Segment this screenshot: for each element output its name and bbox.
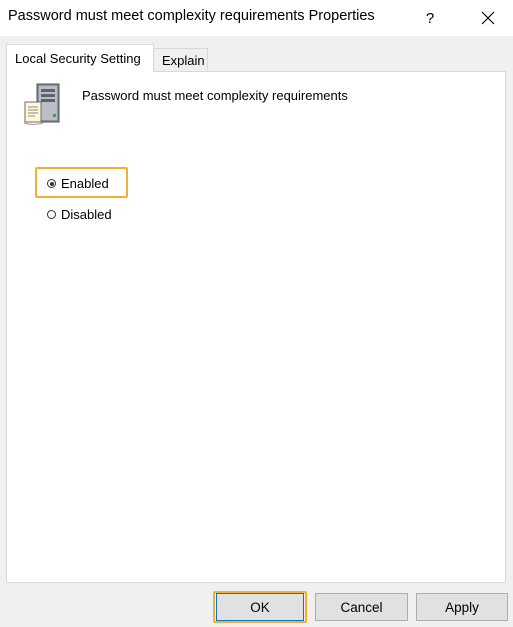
disabled-radio[interactable]: Disabled <box>47 207 112 222</box>
cancel-button[interactable]: Cancel <box>315 593 408 621</box>
window-title: Password must meet complexity requiremen… <box>8 8 375 24</box>
tab-panel: Password must meet complexity requiremen… <box>6 71 506 583</box>
tab-local-security-setting[interactable]: Local Security Setting <box>6 44 154 72</box>
enabled-radio[interactable]: Enabled <box>47 176 109 191</box>
apply-button[interactable]: Apply <box>416 593 508 621</box>
properties-dialog: Password must meet complexity requiremen… <box>0 0 513 627</box>
close-icon <box>481 11 495 25</box>
radio-checked-icon <box>47 179 56 188</box>
title-bar: Password must meet complexity requiremen… <box>0 0 513 36</box>
help-button[interactable]: ? <box>413 0 447 36</box>
close-button[interactable] <box>466 0 510 36</box>
tab-strip: Local Security Setting Explain <box>0 36 513 72</box>
radio-unchecked-icon <box>47 210 56 219</box>
server-policy-icon <box>23 83 60 125</box>
tab-explain[interactable]: Explain <box>153 48 208 72</box>
policy-name: Password must meet complexity requiremen… <box>82 88 348 103</box>
enabled-label: Enabled <box>61 176 109 191</box>
disabled-label: Disabled <box>61 207 112 222</box>
ok-button[interactable]: OK <box>216 593 304 621</box>
